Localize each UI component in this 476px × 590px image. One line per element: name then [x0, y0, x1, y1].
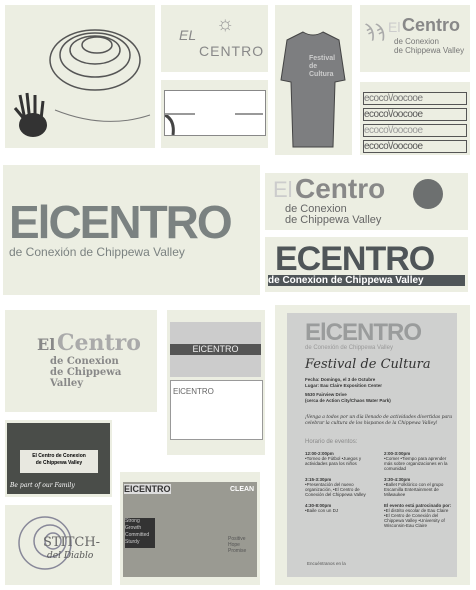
envelope	[164, 90, 266, 136]
big-logo-subtitle: de Conexión de Chippewa Valley	[9, 245, 185, 259]
poster-event: El evento está patrocinado por: •El distr…	[384, 503, 455, 528]
logo-el: El	[273, 177, 293, 202]
letterhead-page: ElCENTRO	[170, 380, 263, 440]
banner-line2: de Chippewa Valley	[35, 460, 83, 466]
sketch-el: EL	[179, 27, 197, 43]
word: Growth	[125, 525, 142, 531]
globe-icon	[413, 179, 443, 209]
logo-title: ECENTRO	[275, 240, 435, 278]
poster-event: 2:00-3:00pm •Comer •Tiempo para aprender …	[384, 451, 455, 471]
envelope-swoosh-icon	[164, 113, 263, 136]
photo-caption: Be part of our Family	[10, 482, 75, 489]
photo-banner: El Centro de Conexion de Chippewa Valley	[20, 450, 98, 473]
pattern-row: ecoco\/oocooe	[363, 140, 467, 153]
event-items: •Presentación del nuevo organización, •E…	[305, 482, 366, 497]
logo-centro: Centro	[57, 330, 141, 356]
hand-swirl-sketch-icon	[13, 29, 151, 137]
stitch-title: STITCH-	[43, 535, 101, 550]
tshirt-panel: Festival de Cultura	[275, 5, 352, 155]
tshirt-line2: de	[309, 63, 318, 70]
logo-centro: Centro	[295, 173, 386, 204]
tshirt-icon	[280, 31, 346, 148]
hand-sketch-panel	[5, 5, 155, 148]
poster-event: 12:00-2:00pm •Torneo de Fútbol •Juegos y …	[305, 451, 376, 471]
big-logo-panel: ElCENTRO de Conexión de Chippewa Valley	[3, 165, 260, 295]
pattern-panel: ecoco\/oocooe ecoco\/oocooe ecoco\/oocoo…	[360, 82, 470, 155]
stitch-panel: STITCH- del Diablo	[5, 505, 112, 585]
poster-event: 3:15-3:30pm •Presentación del nuevo organ…	[305, 477, 376, 497]
logo-el: El	[388, 19, 401, 35]
poster-lugar: Lugar: Eau Claire Exposition Center	[305, 383, 383, 388]
envelope-panel	[161, 80, 268, 148]
poster-footer: Encuéntranos en la	[307, 561, 346, 566]
logo-sub1: de Conexion	[394, 37, 439, 46]
pattern-row: ecoco\/oocooe	[363, 92, 467, 105]
logo-sub2: de Chippewa Valley	[394, 46, 465, 55]
poster-logo: ElCENTRO	[305, 319, 422, 346]
collage-hope: Positive Hope Promise	[228, 536, 246, 554]
event-items: •Baile con un DJ	[305, 508, 339, 513]
event-items: •Comer •Tiempo para aprender más sobre o…	[384, 456, 448, 471]
tshirt-text: Festival de Cultura	[309, 55, 335, 79]
word: Sturdy	[125, 539, 140, 545]
event-items: •Torneo de Fútbol •Juegos y actividades …	[305, 456, 362, 466]
logo-el: El	[37, 335, 56, 354]
el-centro-sketch-panel: EL CENTRO ☼	[161, 5, 268, 72]
poster-event: 3:30-4:30pm •Ballet Folklórico con el gru…	[384, 477, 455, 497]
word: Committed	[125, 532, 150, 538]
logo-centro: Centro	[402, 15, 460, 35]
pattern-row: ecoco\/oocooe	[363, 124, 467, 137]
letterhead-banner: ElCENTRO	[170, 344, 261, 355]
logo-subtitle: de Conexion de Chippewa Valley	[268, 275, 465, 286]
collage-words: Strong Growth Committed Sturdy	[125, 518, 155, 548]
big-logo-title: ElCENTRO	[9, 196, 233, 248]
sun-icon: ☼	[216, 13, 235, 35]
collage-logo: ElCENTRO	[124, 484, 171, 494]
stitch-sub: del Diablo	[47, 551, 94, 561]
tshirt-line3: Cultura	[309, 71, 334, 78]
poster-title: Festival de Cultura	[305, 357, 431, 372]
event-items: •El distrito escolar de Eau Claire •El C…	[384, 508, 449, 528]
logo-globe-panel: El Centro de Conexion de Chippewa Valley	[265, 173, 468, 230]
collage-clean: CLEAN	[230, 486, 255, 493]
tshirt-line1: Festival	[309, 55, 336, 62]
sketch-centro: CENTRO	[199, 43, 265, 59]
poster-logo-sub: de Conexión de Chippewa Valley	[305, 345, 393, 351]
poster-invite: ¡Venga a todos por un día llenado de act…	[305, 415, 453, 426]
letterhead-panel: ElCENTRO ElCENTRO	[167, 310, 265, 455]
poster-horario: Horario de eventos:	[305, 439, 358, 445]
poster-addr2: (cerca de Action City/Chaos Water Park)	[305, 398, 391, 403]
logo-eco-panel: El Centro de Conexion de Chippewa Valley	[5, 310, 157, 412]
group-photo-panel: El Centro de Conexion de Chippewa Valley…	[5, 420, 112, 497]
collage-panel: ElCENTRO CLEAN Strong Growth Committed S…	[120, 472, 260, 585]
banner-line1: El Centro de Conexion	[32, 453, 86, 459]
dancers-icon: ϡϡ	[364, 21, 385, 41]
logo-dark-panel: ECENTRO de Conexion de Chippewa Valley	[265, 237, 468, 292]
word: Promise	[228, 548, 247, 554]
poster-event: 4:30-8:00pm •Baile con un DJ	[305, 503, 376, 528]
event-items: •Ballet Folklórico con el grupo Escamill…	[384, 482, 444, 497]
logo-sub2: de Chippewa Valley	[285, 214, 382, 226]
pattern-row: ecoco\/oocooe	[363, 108, 467, 121]
logo-sub2: de Chippewa Valley	[50, 367, 122, 389]
logo-figures-panel: ϡϡ El Centro de Conexion de Chippewa Val…	[360, 5, 470, 72]
poster-panel: ElCENTRO de Conexión de Chippewa Valley …	[275, 305, 470, 585]
letterhead-logo: ElCENTRO	[173, 387, 214, 396]
logo-sub1: de Conexion	[50, 356, 119, 367]
word: Strong	[125, 518, 140, 524]
poster-events: 12:00-2:00pm •Torneo de Fútbol •Juegos y …	[305, 451, 455, 528]
